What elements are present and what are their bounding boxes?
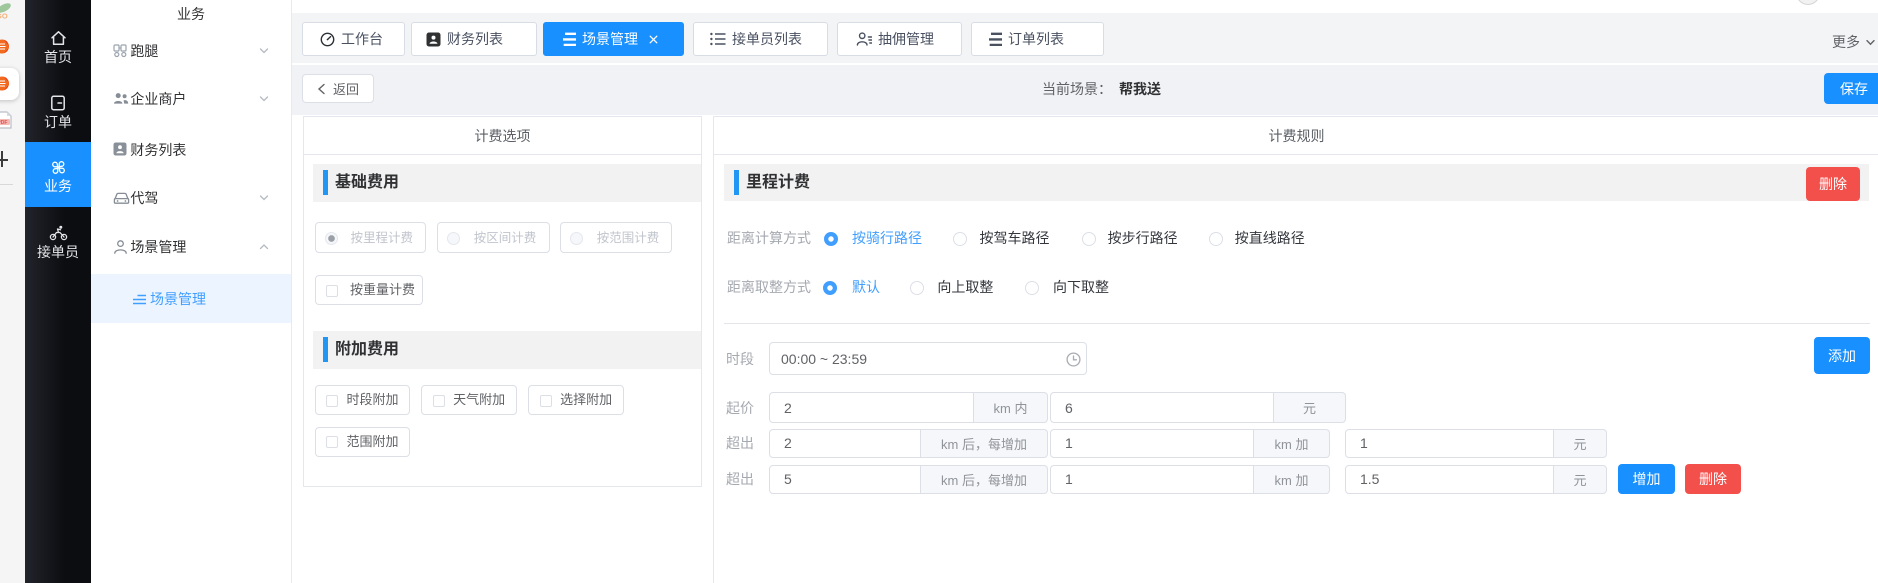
svg-text:GO: GO [0, 12, 8, 21]
svg-text:PDF: PDF [0, 120, 7, 126]
